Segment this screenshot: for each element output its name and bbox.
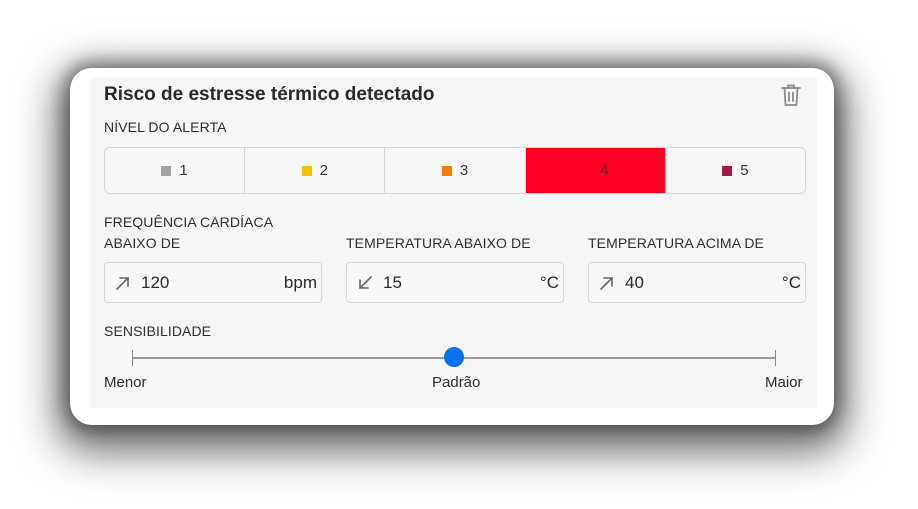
temp-below-unit: °C <box>539 273 559 292</box>
temp-below-value[interactable]: 15 <box>383 273 402 293</box>
heart-rate-unit: bpm <box>283 273 317 292</box>
level-label: 2 <box>319 162 328 179</box>
level-option-5[interactable]: 5 <box>666 148 805 193</box>
level-color-swatch <box>582 165 593 176</box>
level-color-swatch <box>301 165 312 176</box>
level-option-1[interactable]: 1 <box>105 148 246 193</box>
slider-max-label: Maior <box>765 374 803 391</box>
arrow-up-right-icon <box>600 277 613 290</box>
level-label: 3 <box>459 162 469 179</box>
sensitivity-label: SENSIBILIDADE <box>104 323 212 339</box>
level-label: 5 <box>740 162 749 179</box>
level-label: 4 <box>600 162 609 179</box>
alert-title: Risco de estresse térmico detectado <box>104 84 435 105</box>
temp-above-value[interactable]: 40 <box>625 273 644 293</box>
temp-below-label: TEMPERATURA ABAIXO DE <box>346 235 531 251</box>
arrow-up-right-icon <box>116 277 129 290</box>
alert-level-label: NÍVEL DO ALERTA <box>104 119 227 135</box>
sensitivity-slider-thumb[interactable] <box>444 347 464 367</box>
level-label: 1 <box>179 162 188 179</box>
arrow-down-left-icon <box>359 276 372 289</box>
temp-above-label: TEMPERATURA ACIMA DE <box>588 235 764 251</box>
slider-tick-max <box>775 350 776 366</box>
level-color-swatch <box>441 165 452 176</box>
slider-tick-min <box>132 350 133 366</box>
heart-rate-label-line1: FREQUÊNCIA CARDÍACA <box>104 214 274 230</box>
heart-rate-value[interactable]: 120 <box>141 273 169 293</box>
alert-level-selector: 1 2 3 4 5 <box>104 147 806 194</box>
slider-min-label: Menor <box>104 374 147 391</box>
level-option-2[interactable]: 2 <box>245 148 386 193</box>
slider-mid-label: Padrão <box>432 374 481 391</box>
level-option-3[interactable]: 3 <box>385 148 526 193</box>
level-color-swatch <box>161 165 172 176</box>
temp-above-field[interactable]: 40 °C <box>588 262 806 303</box>
temp-above-unit: °C <box>781 273 801 292</box>
level-color-swatch <box>722 165 733 176</box>
heart-rate-label-line2: ABAIXO DE <box>104 235 181 251</box>
level-option-4[interactable]: 4 <box>525 148 666 193</box>
heart-rate-field[interactable]: 120 bpm <box>104 262 322 303</box>
trash-icon[interactable] <box>780 83 802 107</box>
temp-below-field[interactable]: 15 °C <box>346 262 564 303</box>
